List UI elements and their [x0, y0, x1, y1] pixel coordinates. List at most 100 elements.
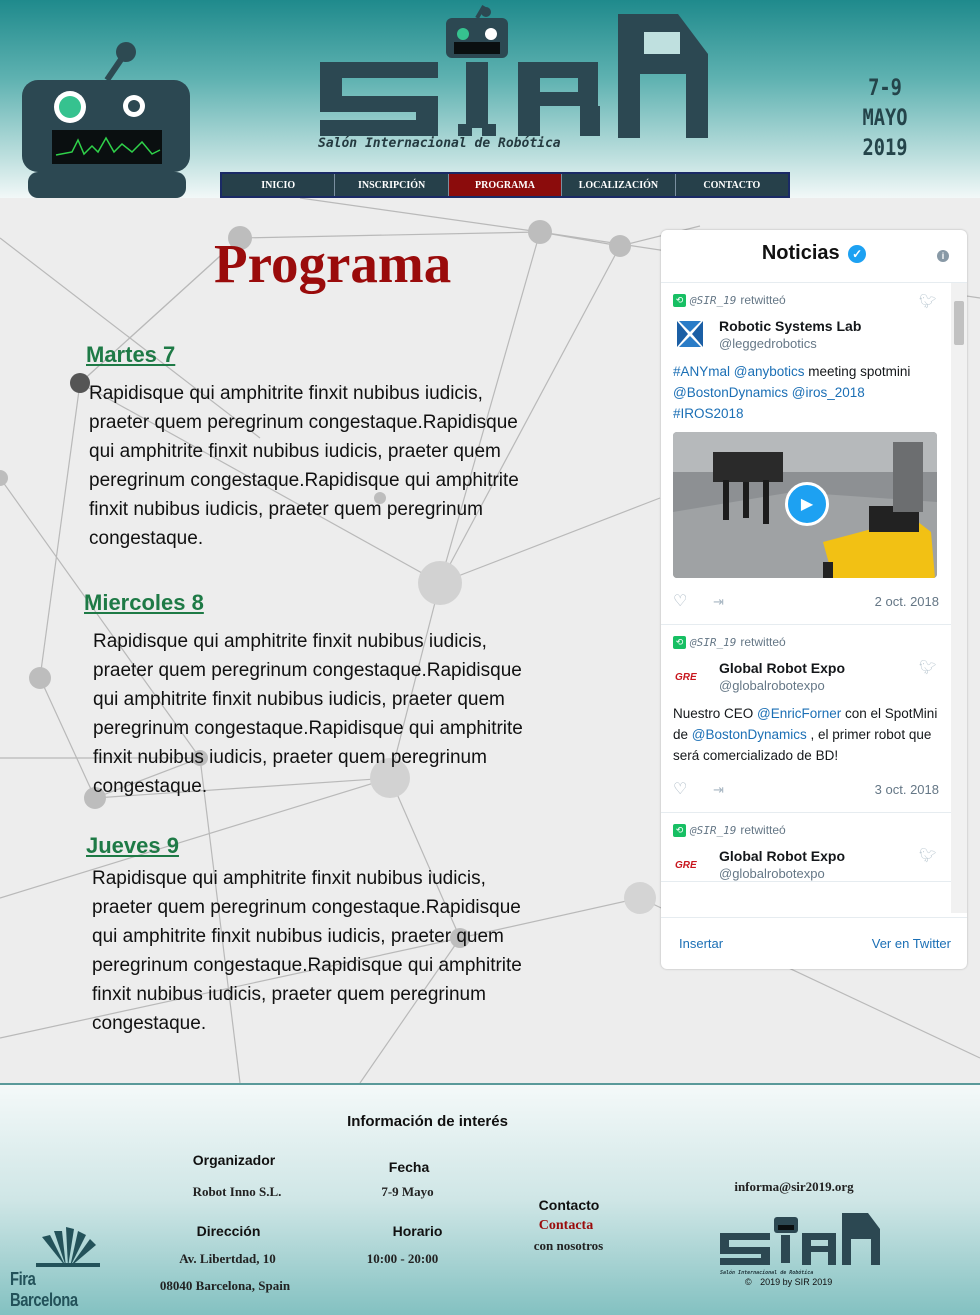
contact-text: con nosotros — [533, 1238, 604, 1253]
fira-barcelona-logo-icon — [36, 1227, 100, 1267]
tweet-item[interactable]: ⟲ @SIR_19 retwitteó 🐦︎ Robotic Systems L… — [661, 283, 967, 625]
tweet-item[interactable]: ⟲ @SIR_19 retwitteó 🐦︎ GRE Global Robot … — [661, 813, 967, 882]
site-footer: Información de interés Organizador Robot… — [0, 1083, 980, 1315]
page-title: Programa — [214, 233, 452, 294]
mention-link[interactable]: @anybotics — [734, 364, 805, 379]
retweet-icon: ⟲ — [673, 823, 686, 837]
hashtag-link[interactable]: #IROS2018 — [673, 406, 744, 421]
tweet-item[interactable]: ⟲ @SIR_19 retwitteó 🐦︎ GRE Global Robot … — [661, 625, 967, 813]
twitter-bird-icon[interactable]: 🐦︎ — [919, 293, 937, 309]
svg-text:GRE: GRE — [675, 860, 697, 871]
site-subtitle: Salón Internacional de Robótica — [318, 136, 561, 151]
insert-link[interactable]: Insertar — [679, 936, 723, 951]
nav-contacto[interactable]: CONTACTO — [676, 174, 788, 196]
address-label: Dirección — [196, 1223, 261, 1239]
address-line1: Av. Libertdad, 10 — [179, 1251, 276, 1266]
author-handle[interactable]: @globalrobotexpo — [719, 678, 845, 693]
svg-text:GRE: GRE — [675, 672, 697, 683]
info-icon[interactable]: i — [937, 250, 949, 262]
tweet-author[interactable]: GRE Global Robot Expo @globalrobotexpo — [673, 847, 939, 881]
tweet-video-thumbnail[interactable]: ▶ — [673, 432, 937, 578]
view-on-twitter-link[interactable]: Ver en Twitter — [872, 936, 951, 951]
footer-heading: Información de interés — [347, 1113, 508, 1130]
sir-footer-logo-icon: Salón Internacional de Robótica — [720, 1213, 880, 1275]
twitter-bird-icon[interactable]: 🐦︎ — [919, 847, 937, 863]
copyright-line: © 2019 by SIR 2019 — [745, 1277, 845, 1287]
twitter-timeline-widget: Noticias ✓ i ⟲ @SIR_19 retwitteó 🐦︎ Robo… — [661, 230, 967, 969]
like-icon[interactable]: ♡ — [673, 593, 687, 610]
contact-email[interactable]: informa@sir2019.org — [720, 1179, 868, 1195]
avatar[interactable]: GRE — [673, 659, 707, 693]
day-heading-martes[interactable]: Martes 7 — [86, 342, 175, 368]
tweet-date[interactable]: 2 oct. 2018 — [875, 594, 939, 609]
date-range: 7-9 — [868, 76, 902, 101]
twitter-bird-icon[interactable]: 🐦︎ — [919, 659, 937, 675]
day-description-jueves: Rapidisque qui amphitrite finxit nubibus… — [92, 868, 522, 1034]
nav-inscripcion[interactable]: INSCRIPCIÓN — [335, 174, 449, 196]
contact-link[interactable]: Contacta — [520, 1218, 612, 1234]
verified-icon: ✓ — [848, 244, 867, 263]
contact-label: Contacto — [538, 1197, 600, 1213]
organizer-label: Organizador — [192, 1152, 276, 1168]
avatar[interactable] — [673, 317, 707, 351]
nav-localizacion[interactable]: LOCALIZACIÓN — [562, 174, 676, 196]
widget-title-text: Noticias — [761, 242, 840, 264]
tweet-actions-icons: ♡ ⇥ — [673, 779, 724, 799]
mention-link[interactable]: @BostonDynamics — [692, 727, 807, 742]
retweet-label: retwitteó — [740, 293, 786, 307]
date-value: 7-9 Mayo — [381, 1184, 434, 1199]
day-description-miercoles: Rapidisque qui amphitrite finxit nubibus… — [93, 631, 523, 797]
author-handle[interactable]: @leggedrobotics — [719, 336, 861, 351]
tweet-author[interactable]: Robotic Systems Lab @leggedrobotics — [673, 317, 939, 351]
author-name[interactable]: Global Robot Expo — [719, 848, 845, 864]
tweet-actions-icons: ♡ ⇥ — [673, 591, 724, 611]
like-icon[interactable]: ♡ — [673, 781, 687, 798]
tweet-author[interactable]: GRE Global Robot Expo @globalrobotexpo — [673, 659, 939, 693]
mention-link[interactable]: @BostonDynamics — [673, 385, 788, 400]
hours-value: 10:00 - 20:00 — [366, 1251, 439, 1266]
nav-programa[interactable]: PROGRAMA — [448, 174, 563, 196]
tweet-text-fragment: Nuestro CEO — [673, 706, 758, 721]
copyright-text: 2019 by SIR 2019 — [760, 1277, 833, 1287]
small-logo-subtitle: Salón Internacional de Robótica — [720, 1269, 813, 1275]
retweet-icon: ⟲ — [673, 635, 686, 649]
share-icon[interactable]: ⇥ — [713, 782, 724, 797]
day-heading-jueves[interactable]: Jueves 9 — [86, 833, 179, 859]
hashtag-link[interactable]: #ANYmal — [673, 364, 730, 379]
play-icon[interactable]: ▶ — [785, 482, 829, 526]
retweeter-handle[interactable]: @SIR_19 — [690, 636, 736, 649]
retweet-line: ⟲ @SIR_19 retwitteó — [673, 635, 939, 649]
avatar[interactable]: GRE — [673, 847, 707, 881]
widget-title: Noticias ✓ — [661, 242, 967, 265]
fira-barcelona-logo-text: Fira Barcelona — [10, 1269, 78, 1310]
main-nav: INICIO INSCRIPCIÓN PROGRAMA LOCALIZACIÓN… — [220, 172, 790, 198]
mention-link[interactable]: @iros_2018 — [792, 385, 865, 400]
organizer-value: Robot Inno S.L. — [192, 1184, 282, 1199]
date-month: MAYO 2019 — [862, 106, 908, 161]
tweet-text-fragment: meeting spotmini — [804, 364, 911, 379]
widget-footer: Insertar Ver en Twitter — [661, 917, 967, 969]
retweet-icon: ⟲ — [673, 293, 686, 307]
widget-header: Noticias ✓ i — [661, 230, 967, 283]
share-icon[interactable]: ⇥ — [713, 594, 724, 609]
nav-inicio[interactable]: INICIO — [222, 174, 336, 196]
tweet-text: Nuestro CEO @EnricForner con el SpotMini… — [673, 703, 939, 766]
day-heading-miercoles[interactable]: Miercoles 8 — [84, 590, 204, 616]
retweeter-handle[interactable]: @SIR_19 — [690, 824, 736, 837]
retweet-label: retwitteó — [740, 635, 786, 649]
robot-mascot-icon — [22, 42, 190, 198]
scrollbar-thumb[interactable] — [954, 301, 964, 345]
author-name[interactable]: Robotic Systems Lab — [719, 318, 861, 334]
author-name[interactable]: Global Robot Expo — [719, 660, 845, 676]
date-label: Fecha — [388, 1159, 430, 1175]
widget-scrollbar[interactable] — [951, 283, 967, 913]
retweeter-handle[interactable]: @SIR_19 — [690, 294, 736, 307]
tweet-list[interactable]: ⟲ @SIR_19 retwitteó 🐦︎ Robotic Systems L… — [661, 283, 967, 913]
retweet-line: ⟲ @SIR_19 retwitteó — [673, 823, 939, 837]
tweet-actions: ♡ ⇥ 3 oct. 2018 — [673, 766, 939, 812]
author-handle[interactable]: @globalrobotexpo — [719, 866, 845, 881]
tweet-date[interactable]: 3 oct. 2018 — [875, 782, 939, 797]
tweet-actions: ♡ ⇥ 2 oct. 2018 — [673, 578, 939, 624]
address-line2: 08040 Barcelona, Spain — [159, 1278, 291, 1293]
mention-link[interactable]: @EnricForner — [757, 706, 841, 721]
